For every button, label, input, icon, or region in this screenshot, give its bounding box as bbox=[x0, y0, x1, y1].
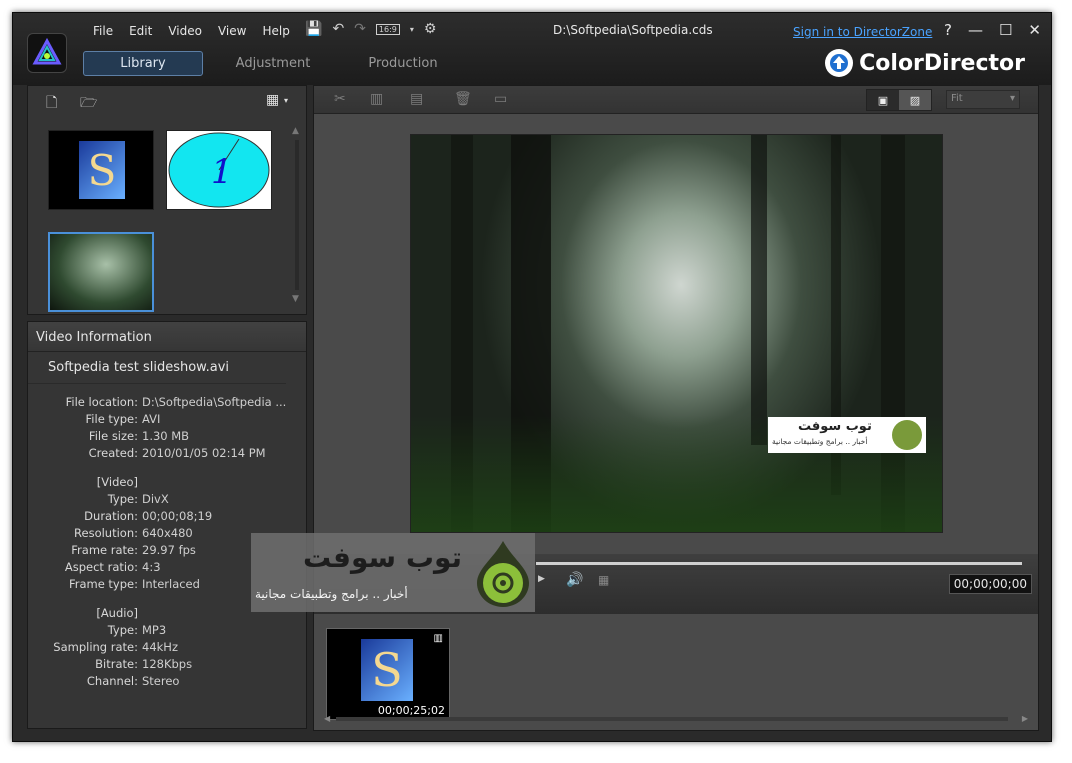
library-scrollbar[interactable]: ▲ ▼ bbox=[292, 126, 302, 304]
info-filename: Softpedia test slideshow.avi bbox=[28, 352, 286, 384]
tab-library[interactable]: Library bbox=[83, 51, 203, 76]
info-row: File size: 1.30 MB bbox=[88, 429, 190, 443]
watermark-subtitle: أخبار .. برامج وتطبيقات مجانية bbox=[255, 587, 408, 601]
info-row: File type: AVI bbox=[85, 412, 161, 426]
watermark-badge: توب سوفت أخبار .. برامج وتطبيقات مجانية bbox=[768, 417, 926, 453]
menu-bar: File Edit Video View Help bbox=[85, 22, 298, 40]
info-row: Channel: Stereo bbox=[86, 674, 180, 688]
timeline-scrollbar[interactable]: ◀ ▶ bbox=[324, 714, 1028, 724]
scroll-left-icon[interactable]: ◀ bbox=[324, 714, 330, 723]
menu-video[interactable]: Video bbox=[160, 22, 210, 40]
scroll-up-icon[interactable]: ▲ bbox=[292, 126, 299, 136]
app-logo[interactable] bbox=[27, 33, 67, 73]
timeline-clip[interactable]: S ▥ 00;00;25;02 bbox=[326, 628, 450, 720]
signin-link[interactable]: Sign in to DirectorZone bbox=[793, 25, 932, 39]
video-info-panel: Video Information Softpedia test slidesh… bbox=[27, 321, 307, 729]
editor-area: ✂ ▥ ▤ 🗑 ▭ ▣ ▨ Fit ▾ توب سوفت أخبار .. بر… bbox=[313, 85, 1039, 731]
svg-text:1: 1 bbox=[211, 152, 233, 192]
info-header: Video Information bbox=[28, 322, 306, 352]
crop-icon[interactable]: ▭ bbox=[494, 91, 507, 107]
watermark-title: توب سوفت bbox=[303, 541, 463, 574]
upload-arrow-icon bbox=[825, 49, 854, 77]
minimize-button[interactable]: — bbox=[968, 21, 983, 39]
gear-drop-icon bbox=[892, 420, 922, 450]
split-icon[interactable]: ▥ bbox=[370, 91, 383, 107]
help-button[interactable]: ? bbox=[944, 21, 952, 39]
undo-icon[interactable]: ↶ bbox=[332, 21, 344, 37]
timeline: S ▥ 00;00;25;02 ◀ ▶ bbox=[314, 614, 1038, 730]
scissors-icon[interactable]: ✂ bbox=[334, 91, 346, 107]
mode-tabs: Library Adjustment Production bbox=[83, 51, 473, 76]
title-bar: File Edit Video View Help 💾 ↶ ↷ 16:9 ▾ ⚙… bbox=[13, 13, 1051, 85]
scroll-down-icon[interactable]: ▼ bbox=[292, 294, 299, 304]
playback-progress-bar[interactable] bbox=[536, 562, 1022, 565]
brand-name: ColorDirector bbox=[859, 50, 1025, 76]
import-file-icon[interactable]: 🗋 bbox=[46, 92, 57, 116]
compare-view-icon[interactable]: ▣ bbox=[867, 90, 899, 110]
view-mode-toggle: ▣ ▨ bbox=[866, 89, 932, 111]
import-folder-icon[interactable]: 🗁 bbox=[80, 92, 97, 116]
view-grid-icon[interactable]: ▦ bbox=[266, 92, 279, 108]
info-row: Sampling rate: 44kHz bbox=[53, 640, 178, 654]
menu-edit[interactable]: Edit bbox=[121, 22, 160, 40]
maximize-button[interactable]: ☐ bbox=[999, 21, 1012, 39]
preview-area: توب سوفت أخبار .. برامج وتطبيقات مجانية bbox=[314, 114, 1038, 554]
aspect-ratio-button[interactable]: 16:9 bbox=[375, 23, 400, 35]
menu-file[interactable]: File bbox=[85, 22, 121, 40]
media-thumbnails: S 1 bbox=[44, 124, 284, 314]
library-toolbar: 🗋 🗁 ▦ ▾ bbox=[28, 86, 306, 114]
volume-icon[interactable]: 🔊 bbox=[566, 572, 583, 588]
timecode-display: 00;00;00;00 bbox=[948, 574, 1032, 594]
thumbnail-softpedia-logo[interactable]: S bbox=[48, 130, 154, 210]
app-window: File Edit Video View Help 💾 ↶ ↷ 16:9 ▾ ⚙… bbox=[12, 12, 1052, 742]
thumbnail-forest-selected[interactable] bbox=[48, 232, 154, 312]
tab-production[interactable]: Production bbox=[343, 51, 463, 76]
s-logo-image: S bbox=[361, 639, 413, 701]
chevron-down-icon: ▾ bbox=[1009, 93, 1015, 104]
clock-image: 1 bbox=[168, 132, 270, 208]
info-row: Bitrate: 128Kbps bbox=[95, 657, 193, 671]
watermark-drop-icon bbox=[477, 541, 529, 607]
redo-icon[interactable]: ↷ bbox=[354, 21, 366, 37]
s-logo-image: S bbox=[79, 141, 125, 199]
project-title: D:\Softpedia\Softpedia.cds bbox=[553, 23, 713, 37]
save-icon[interactable]: 💾 bbox=[305, 21, 322, 37]
gear-icon[interactable]: ⚙ bbox=[424, 21, 437, 37]
menu-view[interactable]: View bbox=[210, 22, 254, 40]
scroll-right-icon[interactable]: ▶ bbox=[1022, 714, 1028, 723]
info-row: File location: D:\Softpedia\Softpedia ... bbox=[65, 395, 287, 409]
close-button[interactable]: ✕ bbox=[1028, 21, 1041, 39]
info-row: Type: DivX bbox=[107, 492, 169, 506]
brand[interactable]: ColorDirector bbox=[825, 49, 1025, 77]
video-section-header: [Video] bbox=[96, 475, 138, 489]
window-controls: ? — ☐ ✕ bbox=[944, 21, 1041, 39]
editor-toolbar: ✂ ▥ ▤ 🗑 ▭ ▣ ▨ Fit ▾ bbox=[314, 86, 1038, 114]
info-row: Duration: 00;00;08;19 bbox=[84, 509, 213, 523]
info-row: Created: 2010/01/05 02:14 PM bbox=[88, 446, 266, 460]
menu-help[interactable]: Help bbox=[254, 22, 297, 40]
single-view-icon[interactable]: ▨ bbox=[899, 90, 931, 110]
colordirector-logo-icon bbox=[32, 38, 62, 65]
library-panel: 🗋 🗁 ▦ ▾ S 1 ▲ ▼ bbox=[27, 85, 307, 315]
info-row: Type: MP3 bbox=[107, 623, 167, 637]
tree-trunk bbox=[751, 135, 767, 445]
video-preview[interactable]: توب سوفت أخبار .. برامج وتطبيقات مجانية bbox=[410, 134, 943, 533]
chevron-down-icon[interactable]: ▾ bbox=[284, 96, 288, 105]
snapshot-icon[interactable]: ▦ bbox=[598, 573, 609, 587]
clip-type-icon: ▥ bbox=[433, 633, 443, 644]
thumbnail-clock[interactable]: 1 bbox=[166, 130, 272, 210]
quick-toolbar: 💾 ↶ ↷ 16:9 ▾ ⚙ bbox=[305, 21, 436, 37]
insert-icon[interactable]: ▤ bbox=[410, 91, 423, 107]
watermark-overlay: توب سوفت أخبار .. برامج وتطبيقات مجانية bbox=[251, 533, 535, 612]
tab-adjustment[interactable]: Adjustment bbox=[213, 51, 333, 76]
chevron-down-icon[interactable]: ▾ bbox=[410, 25, 414, 34]
trash-icon[interactable]: 🗑 bbox=[454, 91, 472, 107]
play-icon[interactable]: ▶ bbox=[538, 574, 545, 584]
zoom-select[interactable]: Fit ▾ bbox=[946, 90, 1020, 109]
